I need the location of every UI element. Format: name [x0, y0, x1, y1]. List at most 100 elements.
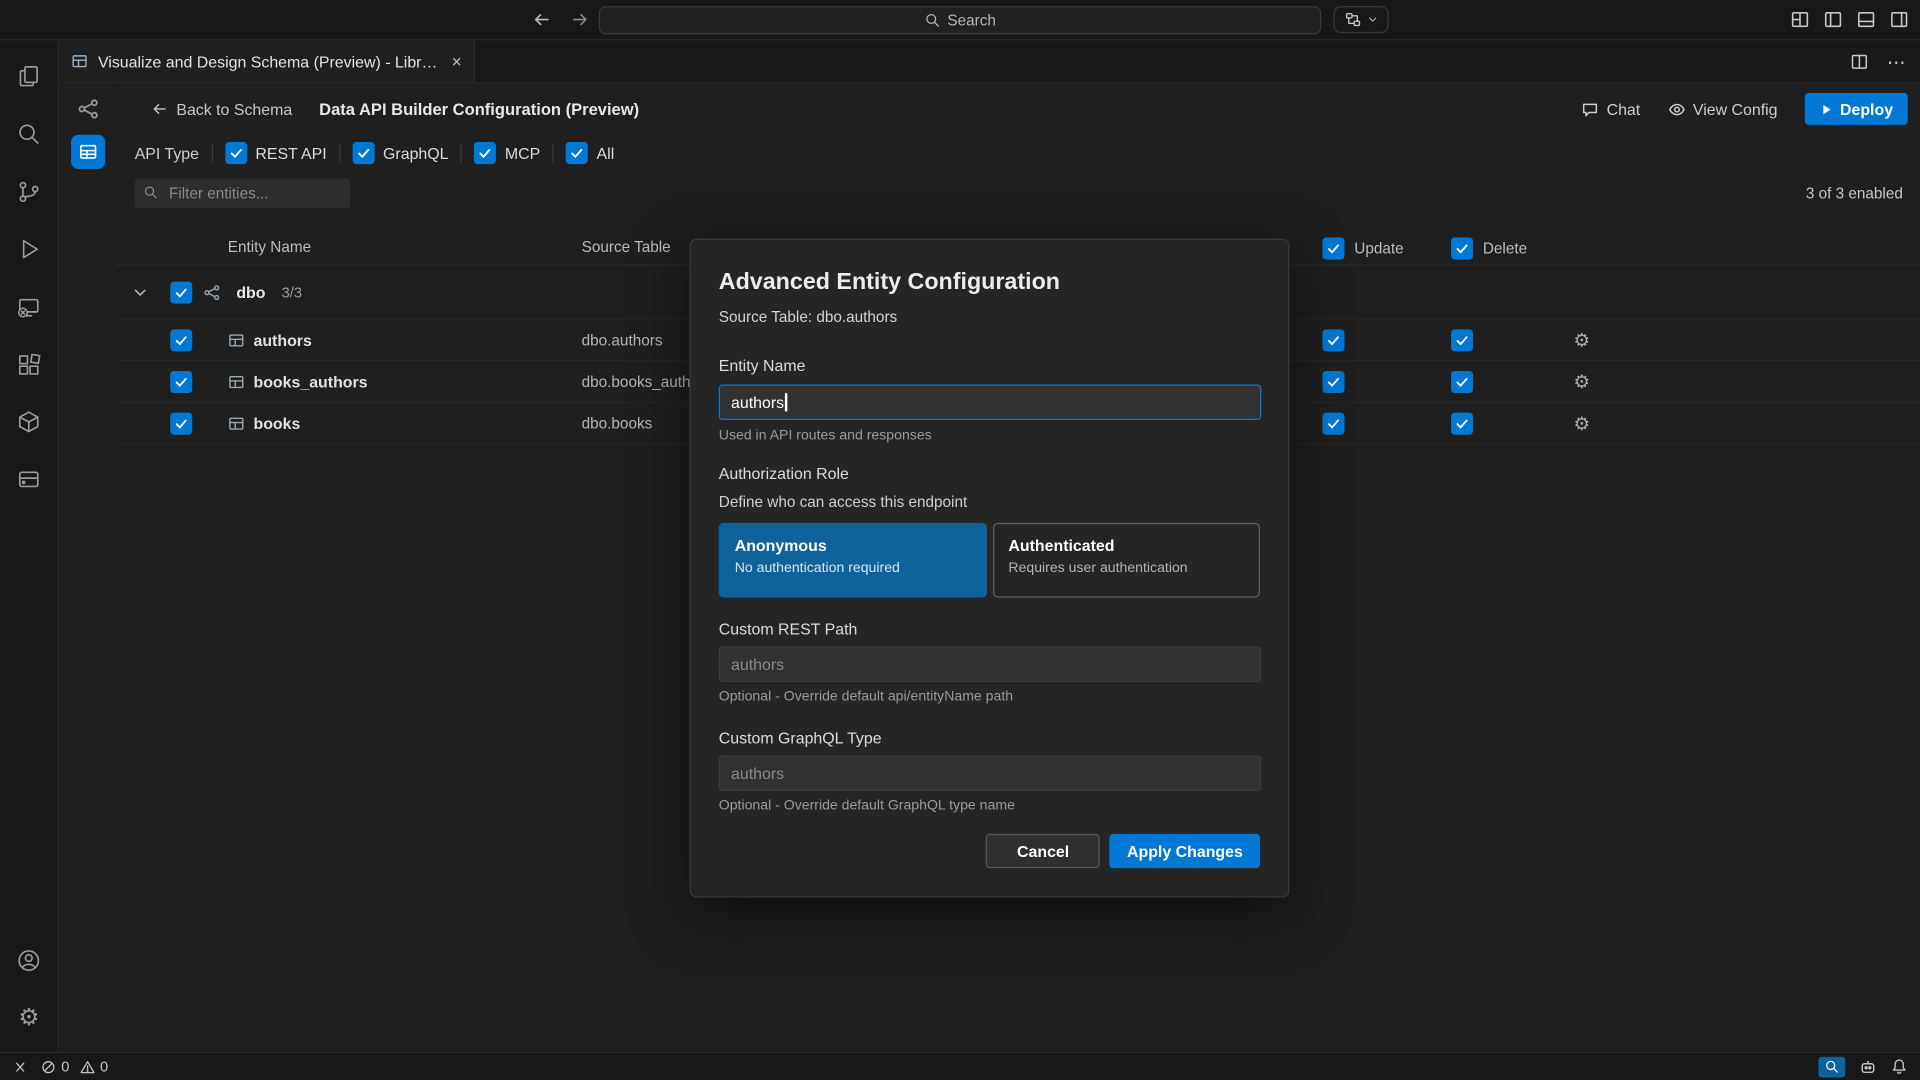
designer-tool-strip [59, 83, 117, 1052]
entity-settings-gear-icon[interactable]: ⚙ [1573, 370, 1589, 392]
chevron-down-icon[interactable] [131, 283, 149, 301]
command-search-box[interactable]: Search [599, 6, 1321, 34]
tab-visualize-design-schema[interactable]: Visualize and Design Schema (Preview) - … [59, 40, 475, 82]
entity-filter-row: 3 of 3 enabled [116, 171, 1920, 215]
problems-indicator[interactable]: 0 0 [40, 1058, 108, 1075]
table-icon [228, 414, 245, 431]
view-config-button[interactable]: View Config [1667, 100, 1777, 118]
filter-rest-api[interactable]: REST API [225, 142, 327, 164]
chat-label: Chat [1607, 100, 1641, 118]
divider [339, 143, 340, 163]
toggle-panel-icon[interactable] [1856, 10, 1876, 30]
update-checkbox[interactable] [1322, 329, 1344, 351]
filter-graphql[interactable]: GraphQL [352, 142, 448, 164]
update-checkbox[interactable] [1322, 412, 1344, 434]
all-label: All [597, 144, 615, 162]
header-actions: Chat View Config Deploy [1581, 93, 1908, 125]
tab-close-icon[interactable]: × [452, 53, 462, 70]
row-checkbox[interactable] [170, 329, 192, 351]
chat-button[interactable]: Chat [1581, 100, 1640, 118]
page-title: Data API Builder Configuration (Preview) [319, 100, 639, 118]
session-toggle-button[interactable] [1333, 6, 1388, 33]
rest-api-checkbox[interactable] [225, 142, 247, 164]
forward-arrow-icon[interactable] [571, 10, 591, 30]
source-table-header: Source Table [582, 239, 671, 256]
filter-entities-input[interactable] [135, 179, 351, 208]
delete-checkbox[interactable] [1451, 370, 1473, 392]
text-cursor [785, 393, 787, 411]
update-all-checkbox[interactable] [1322, 238, 1344, 260]
group-count: 3/3 [282, 283, 302, 300]
entity-name-value: authors [731, 393, 784, 411]
search-placeholder: Search [947, 12, 996, 29]
graphql-checkbox[interactable] [352, 142, 374, 164]
source-control-icon[interactable] [0, 163, 58, 221]
apply-changes-button[interactable]: Apply Changes [1110, 834, 1260, 868]
settings-gear-icon[interactable]: ⚙ [0, 989, 58, 1047]
dialog-title: Advanced Entity Configuration [719, 269, 1260, 296]
entity-name-header: Entity Name [228, 239, 311, 256]
activity-bar: ⚙ [0, 40, 59, 1051]
role-anonymous-button[interactable]: Anonymous No authentication required [719, 523, 987, 598]
schema-icon [203, 283, 220, 300]
update-header-label: Update [1354, 240, 1403, 257]
package-cube-icon[interactable] [0, 393, 58, 451]
chevron-down-icon [1366, 13, 1378, 25]
schema-diagram-icon[interactable] [77, 98, 99, 120]
delete-all-checkbox[interactable] [1451, 238, 1473, 260]
entity-name: books_authors [253, 372, 367, 390]
zoom-status-icon[interactable] [1818, 1056, 1845, 1077]
deploy-button[interactable]: Deploy [1804, 93, 1907, 125]
copilot-icon[interactable] [1859, 1057, 1877, 1075]
database-projects-icon[interactable] [0, 451, 58, 509]
update-checkbox[interactable] [1322, 370, 1344, 392]
group-checkbox[interactable] [170, 281, 192, 303]
role-authenticated-title: Authenticated [1008, 536, 1244, 554]
custom-rest-path-input[interactable] [719, 647, 1261, 683]
entity-settings-gear-icon[interactable]: ⚙ [1573, 329, 1589, 351]
history-nav [531, 10, 590, 30]
run-debug-icon[interactable] [0, 220, 58, 278]
back-arrow-icon[interactable] [531, 10, 551, 30]
entity-name: books [253, 414, 300, 432]
notifications-bell-icon[interactable] [1891, 1058, 1908, 1075]
custom-graphql-type-input[interactable] [719, 756, 1261, 792]
all-checkbox[interactable] [566, 142, 588, 164]
role-authenticated-button[interactable]: Authenticated Requires user authenticati… [992, 523, 1260, 598]
customize-layout-icon[interactable] [1790, 10, 1810, 30]
dialog-footer: Cancel Apply Changes [719, 834, 1260, 868]
entity-settings-gear-icon[interactable]: ⚙ [1573, 412, 1589, 434]
row-checkbox[interactable] [170, 412, 192, 434]
remote-indicator-icon[interactable] [12, 1059, 28, 1075]
more-actions-icon[interactable]: ⋯ [1887, 51, 1905, 73]
delete-checkbox[interactable] [1451, 329, 1473, 351]
toggle-primary-sidebar-icon[interactable] [1823, 10, 1843, 30]
delete-header: Delete [1451, 238, 1527, 260]
extensions-icon[interactable] [0, 336, 58, 394]
mcp-checkbox[interactable] [474, 142, 496, 164]
explorer-icon[interactable] [0, 48, 58, 106]
api-builder-table-icon[interactable] [70, 135, 104, 169]
back-to-schema-link[interactable]: Back to Schema [151, 100, 293, 118]
split-editor-icon[interactable] [1850, 53, 1868, 71]
filter-all[interactable]: All [566, 142, 614, 164]
vscode-window: Search [0, 0, 1920, 1080]
toggle-secondary-sidebar-icon[interactable] [1889, 10, 1909, 30]
dialog-source-table: Source Table: dbo.authors [719, 309, 1260, 326]
remote-explorer-icon[interactable] [0, 278, 58, 336]
entity-name-hint: Used in API routes and responses [719, 429, 1260, 444]
row-checkbox[interactable] [170, 370, 192, 392]
warning-count: 0 [100, 1058, 108, 1075]
graphql-label: GraphQL [383, 144, 448, 162]
entity-name-input[interactable]: authors [719, 384, 1261, 420]
cancel-button[interactable]: Cancel [986, 834, 1100, 868]
update-header: Update [1322, 238, 1403, 260]
authorization-role-hint: Define who can access this endpoint [719, 493, 1260, 510]
account-icon[interactable] [0, 932, 58, 990]
search-sidebar-icon[interactable] [0, 105, 58, 163]
source-table-value: dbo.authors [582, 331, 663, 348]
divider [211, 143, 212, 163]
filter-mcp[interactable]: MCP [474, 142, 540, 164]
enabled-summary: 3 of 3 enabled [1806, 185, 1903, 202]
delete-checkbox[interactable] [1451, 412, 1473, 434]
